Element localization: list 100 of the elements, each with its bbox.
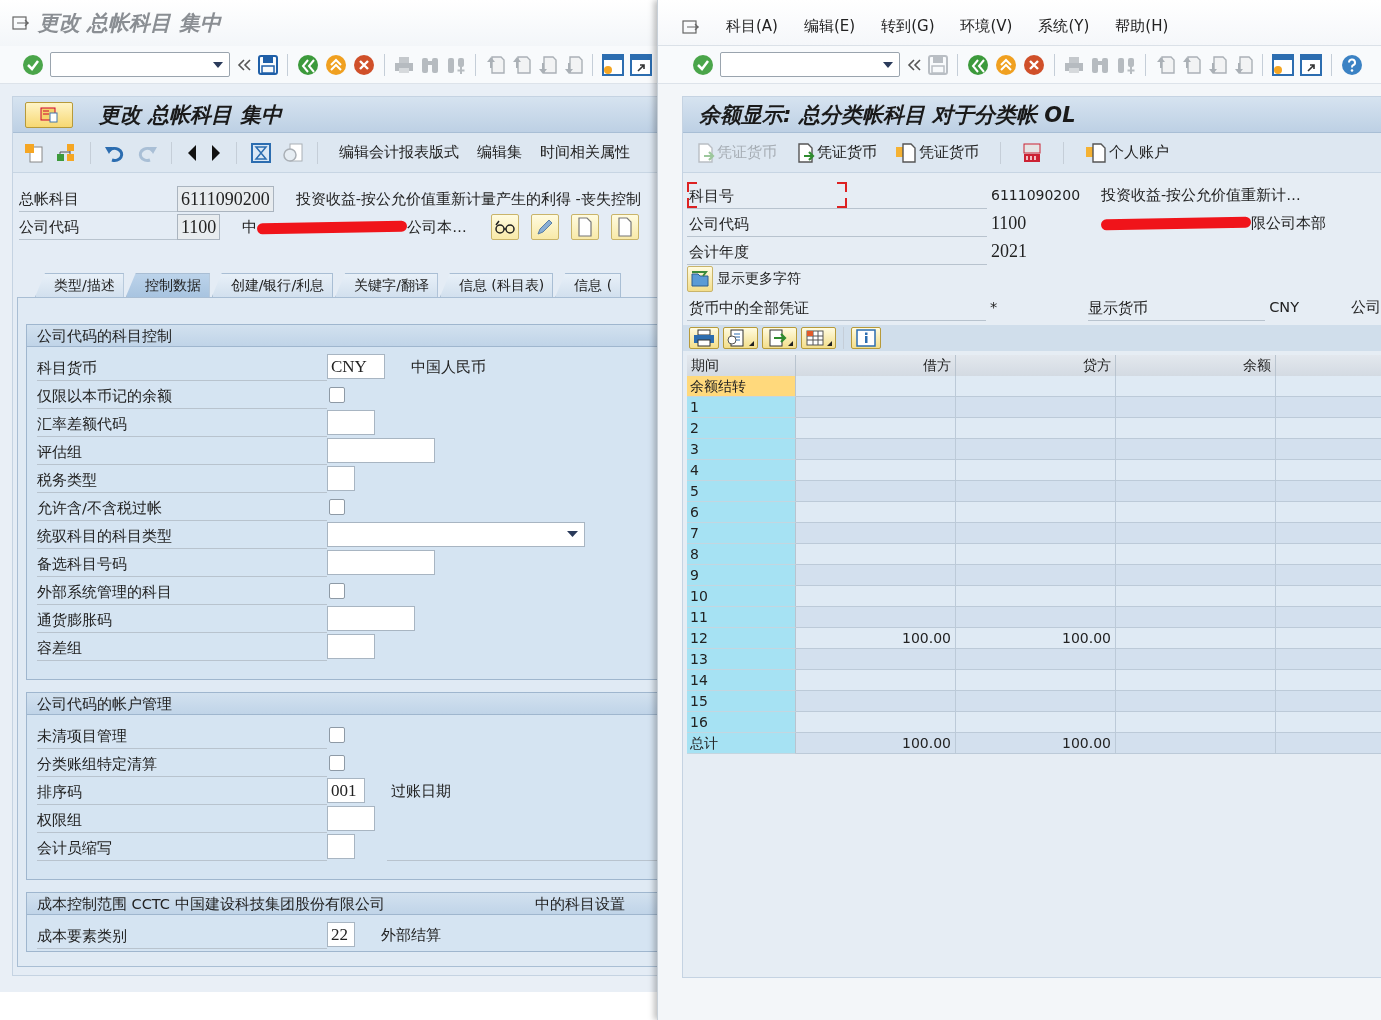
display-button[interactable]	[490, 214, 519, 240]
checkbox[interactable]	[329, 583, 345, 599]
input-field[interactable]	[327, 409, 375, 435]
cancel-icon[interactable]	[353, 53, 375, 76]
period-cell[interactable]: 3	[687, 439, 796, 460]
new-window-icon[interactable]	[1272, 53, 1294, 76]
document-stack-icon[interactable]	[895, 141, 917, 164]
menu-item[interactable]: 系统(Y)	[1038, 17, 1090, 36]
period-cell[interactable]: 15	[687, 691, 796, 712]
tab[interactable]: 信息 (	[555, 273, 622, 297]
toolbar-button[interactable]: 凭证货币	[795, 141, 877, 164]
toolbar-button[interactable]: 时间相关属性	[540, 143, 630, 162]
first-page-icon[interactable]	[1155, 54, 1175, 75]
period-cell[interactable]: 6	[687, 502, 796, 523]
screen-menu-button[interactable]	[25, 101, 73, 128]
period-cell[interactable]: 10	[687, 586, 796, 607]
exit-icon[interactable]	[995, 53, 1017, 76]
collapse-icon[interactable]	[906, 56, 922, 73]
toolbar-button[interactable]: 编辑集	[477, 143, 522, 162]
back-icon[interactable]	[297, 53, 319, 76]
period-cell[interactable]: 14	[687, 670, 796, 691]
period-cell[interactable]: 5	[687, 481, 796, 502]
period-cell[interactable]: 总计	[687, 733, 796, 754]
checkbox[interactable]	[329, 387, 345, 403]
checkbox[interactable]	[329, 727, 345, 743]
cancel-icon[interactable]	[1023, 53, 1045, 76]
period-cell[interactable]: 8	[687, 544, 796, 565]
dropdown-icon[interactable]	[213, 61, 223, 68]
new-window-icon[interactable]	[602, 53, 624, 76]
menu-item[interactable]: 转到(G)	[881, 17, 935, 36]
menu-item[interactable]: 帮助(H)	[1115, 17, 1169, 36]
command-field[interactable]	[50, 52, 230, 77]
tab[interactable]: 控制数据	[125, 273, 210, 297]
page-icon[interactable]	[23, 141, 45, 164]
menu-item[interactable]: 环境(V)	[960, 17, 1013, 36]
next-page-icon[interactable]	[1207, 54, 1227, 75]
input-field[interactable]	[327, 465, 355, 491]
next-page-icon[interactable]	[537, 54, 557, 75]
copy-button[interactable]	[610, 214, 639, 240]
input-field[interactable]: CNY	[327, 353, 385, 379]
save-icon[interactable]	[258, 53, 278, 76]
screen-menu-icon[interactable]	[40, 106, 58, 123]
export-icon[interactable]	[766, 329, 788, 347]
input-field[interactable]: 1100	[177, 214, 221, 240]
toolbar-button[interactable]: 个人账户	[1085, 141, 1169, 164]
period-cell[interactable]: 12	[687, 628, 796, 649]
hourglass-icon[interactable]	[250, 141, 272, 164]
shortcut-icon[interactable]	[630, 53, 652, 76]
period-cell[interactable]: 7	[687, 523, 796, 544]
glasses-icon[interactable]	[493, 219, 516, 235]
tab[interactable]: 关键字/翻译	[335, 273, 438, 297]
input-field[interactable]: 22	[327, 921, 355, 947]
check-icon[interactable]	[692, 53, 714, 76]
last-page-icon[interactable]	[563, 54, 583, 75]
column-header[interactable]: 余额	[1116, 355, 1276, 377]
input-field[interactable]: 001	[327, 777, 365, 803]
input-field[interactable]	[327, 605, 415, 631]
right-arrow-icon[interactable]	[209, 142, 223, 163]
page-icon[interactable]	[616, 217, 633, 237]
details-button[interactable]	[723, 327, 758, 349]
export-button[interactable]	[762, 327, 797, 349]
window-menu-icon[interactable]	[12, 15, 30, 31]
page-icon[interactable]	[576, 217, 593, 237]
menu-item[interactable]: 编辑(E)	[803, 17, 856, 36]
input-field[interactable]	[327, 805, 375, 831]
check-icon[interactable]	[22, 53, 44, 76]
document-arrow-icon[interactable]	[795, 141, 815, 164]
input-field[interactable]	[327, 633, 375, 659]
checkbox[interactable]	[329, 755, 345, 771]
period-cell[interactable]: 2	[687, 418, 796, 439]
period-cell[interactable]: 4	[687, 460, 796, 481]
help-icon[interactable]	[1341, 53, 1363, 76]
window-menu-icon[interactable]	[682, 18, 700, 35]
input-field[interactable]	[327, 549, 435, 575]
column-header[interactable]: 借方	[796, 355, 956, 377]
period-cell[interactable]: 余额结转	[687, 376, 796, 397]
previous-page-icon[interactable]	[511, 54, 531, 75]
input-field[interactable]	[327, 833, 355, 859]
tab[interactable]: 类型/描述	[35, 273, 124, 297]
shortcut-icon[interactable]	[1300, 53, 1322, 76]
period-cell[interactable]: 16	[687, 712, 796, 733]
checkbox[interactable]	[329, 499, 345, 515]
dropdown-field[interactable]	[327, 521, 585, 547]
layout-button[interactable]	[801, 327, 836, 349]
column-header[interactable]: 期间	[687, 355, 796, 377]
period-cell[interactable]: 13	[687, 649, 796, 670]
grid-icon[interactable]	[805, 329, 827, 347]
collapse-icon[interactable]	[236, 56, 252, 73]
column-header[interactable]: 贷方	[956, 355, 1116, 377]
toolbar-button[interactable]: 凭证货币	[895, 141, 979, 164]
period-cell[interactable]: 9	[687, 565, 796, 586]
command-field[interactable]	[720, 52, 900, 77]
tab[interactable]: 创建/银行/利息	[211, 273, 334, 297]
period-cell[interactable]: 11	[687, 607, 796, 628]
dropdown-icon[interactable]	[567, 531, 578, 537]
tab[interactable]: 信息 (科目表)	[439, 273, 554, 297]
exit-icon[interactable]	[325, 53, 347, 76]
previous-page-icon[interactable]	[1181, 54, 1201, 75]
back-icon[interactable]	[967, 53, 989, 76]
hierarchy-icon[interactable]	[55, 141, 77, 164]
